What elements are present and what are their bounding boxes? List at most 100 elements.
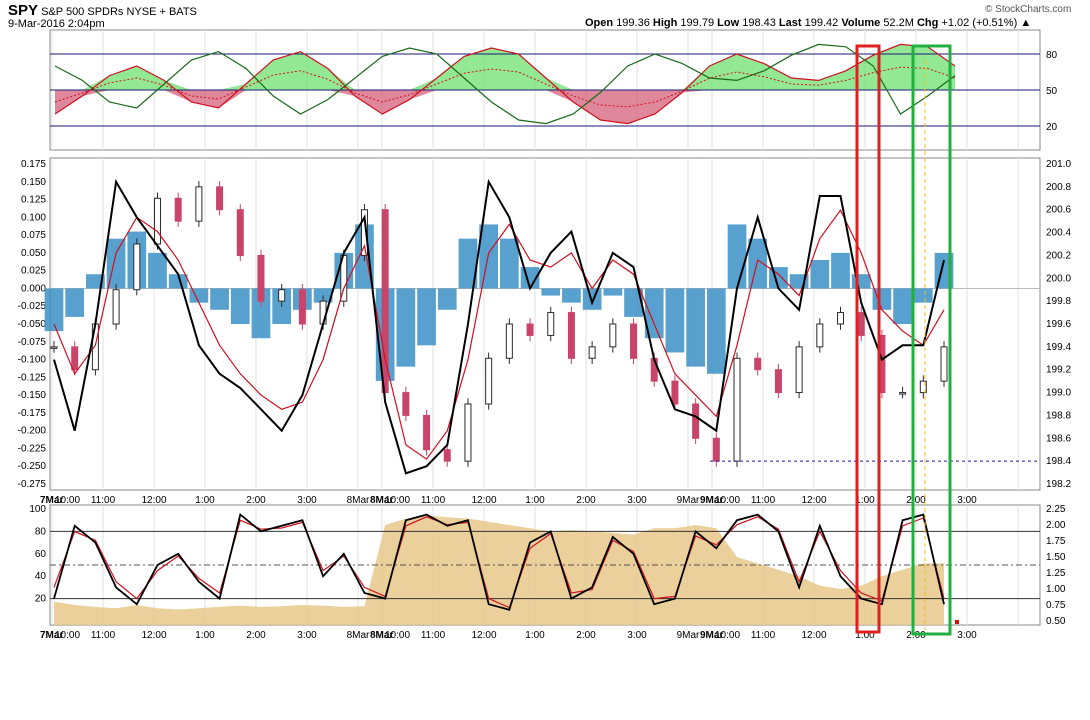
main-x-tick-time: 12:00: [801, 495, 826, 506]
top-y-tick: 80: [1046, 50, 1058, 61]
histogram-bar: [748, 238, 768, 289]
bottom-x-tick-time: 10:00: [715, 630, 740, 641]
bottom-x-tick-time: 11:00: [751, 630, 776, 641]
candle-body: [236, 209, 244, 256]
bottom-x-tick-time: 8Mar: [347, 630, 370, 641]
bottom-right-y-tick: 1.50: [1046, 552, 1066, 563]
bottom-x-tick-time: 3:00: [627, 630, 647, 641]
main-x-tick-time: 10:00: [55, 495, 80, 506]
candle-body: [485, 357, 493, 405]
histogram-bar: [437, 288, 457, 310]
main-x-tick-time: 2:00: [246, 495, 266, 506]
histogram-bar: [893, 288, 912, 324]
bottom-x-tick-time: 12:00: [471, 630, 496, 641]
histogram-bar: [541, 288, 561, 296]
main-right-y-tick: 200.4: [1046, 228, 1071, 239]
main-x-tick-time: 2:00: [576, 495, 596, 506]
main-x-tick-time: 10:00: [385, 495, 410, 506]
main-x-tick-time: 11:00: [751, 495, 776, 506]
candle-body: [443, 449, 451, 462]
chart-canvas: 80 50 20 0.175 0.150 0.125 0.100 0.075 0.050 0.02…: [18, 29, 1071, 641]
bottom-right-y-tick: 2.00: [1046, 520, 1066, 531]
main-left-y-tick: 0.000: [21, 283, 46, 294]
main-right-y-tick: 200.0: [1046, 273, 1071, 284]
main-right-y-tick: 200.8: [1046, 182, 1071, 193]
candle-body: [857, 312, 865, 336]
main-right-y-tick: 201.0: [1046, 159, 1071, 170]
top-y-tick: 20: [1046, 122, 1058, 133]
bottom-x-tick-time: 3:00: [957, 630, 977, 641]
bottom-left-y-tick: 80: [35, 526, 47, 537]
main-x-tick-time: 2:00: [906, 495, 926, 506]
bottom-x-tick-time: 10:00: [55, 630, 80, 641]
histogram-bar: [148, 252, 167, 289]
main-left-y-tick: -0.025: [18, 301, 47, 312]
main-left-y-tick: 0.125: [21, 195, 46, 206]
bottom-left-y-tick: 60: [35, 549, 47, 560]
histogram-bar: [210, 288, 229, 310]
main-x-tick-time: 1:00: [525, 495, 545, 506]
histogram-bar: [479, 224, 498, 289]
main-right-y-tick: 199.4: [1046, 342, 1071, 353]
candle-body: [71, 346, 79, 371]
candle-body: [526, 323, 534, 336]
main-left-y-tick: 0.025: [21, 266, 46, 277]
candle-body: [50, 346, 58, 349]
histogram-bar: [831, 252, 850, 289]
candle-body: [899, 392, 907, 395]
bottom-right-y-tick: 2.25: [1046, 504, 1066, 515]
candle-body: [692, 403, 700, 439]
histogram-bar: [810, 260, 830, 289]
top-y-tick: 50: [1046, 86, 1058, 97]
bottom-x-tick-time: 10:00: [385, 630, 410, 641]
main-right-y-tick: 199.0: [1046, 388, 1071, 399]
candle-body: [174, 197, 182, 222]
candle-body: [837, 312, 845, 325]
candle-body: [940, 346, 948, 382]
bottom-x-tick-time: 1:00: [195, 630, 215, 641]
bottom-left-y-tick: 20: [35, 594, 47, 605]
main-right-y-tick: 198.2: [1046, 479, 1071, 490]
histogram-bar: [727, 224, 747, 289]
main-left-y-tick: -0.175: [18, 408, 47, 419]
main-right-y-tick: 198.6: [1046, 433, 1071, 444]
bottom-right-y-tick: 0.50: [1046, 616, 1066, 627]
candle-body: [671, 380, 679, 405]
main-x-tick-time: 3:00: [627, 495, 647, 506]
candle-body: [588, 346, 596, 359]
main-right-y-tick: 199.2: [1046, 365, 1071, 376]
current-marker: [955, 620, 959, 624]
main-left-y-tick: -0.200: [18, 426, 47, 437]
candle-body: [733, 357, 741, 462]
candle-body: [195, 186, 203, 222]
main-left-y-tick: 0.150: [21, 177, 46, 188]
main-x-tick-time: 12:00: [141, 495, 166, 506]
candle-body: [381, 209, 389, 394]
bottom-right-y-tick: 1.75: [1046, 536, 1066, 547]
histogram-bar: [706, 288, 726, 374]
histogram-bar: [417, 288, 436, 346]
histogram-bar: [686, 288, 705, 367]
histogram-bar: [65, 288, 85, 317]
candle-body: [423, 414, 431, 451]
main-left-y-tick: -0.050: [18, 319, 47, 330]
candle-body: [795, 346, 803, 394]
main-left-y-tick: -0.275: [18, 479, 47, 490]
candle-body: [630, 323, 638, 359]
bottom-left-y-tick: 40: [35, 571, 47, 582]
main-x-tick-time: 1:00: [195, 495, 215, 506]
histogram-bar: [396, 288, 416, 367]
bottom-x-tick-time: 2:00: [576, 630, 596, 641]
main-left-y-tick: -0.075: [18, 337, 47, 348]
bottom-x-tick-time: 11:00: [91, 630, 116, 641]
histogram-bar: [665, 288, 685, 353]
bottom-x-tick-time: 12:00: [141, 630, 166, 641]
main-left-y-tick: -0.225: [18, 443, 47, 454]
main-left-y-tick: 0.050: [21, 248, 46, 259]
candle-body: [816, 323, 824, 348]
main-x-tick-time: 12:00: [471, 495, 496, 506]
candle-body: [505, 323, 513, 359]
bottom-x-tick-time: 2:00: [246, 630, 266, 641]
candle-body: [153, 197, 161, 245]
main-right-y-tick: 200.2: [1046, 250, 1071, 261]
